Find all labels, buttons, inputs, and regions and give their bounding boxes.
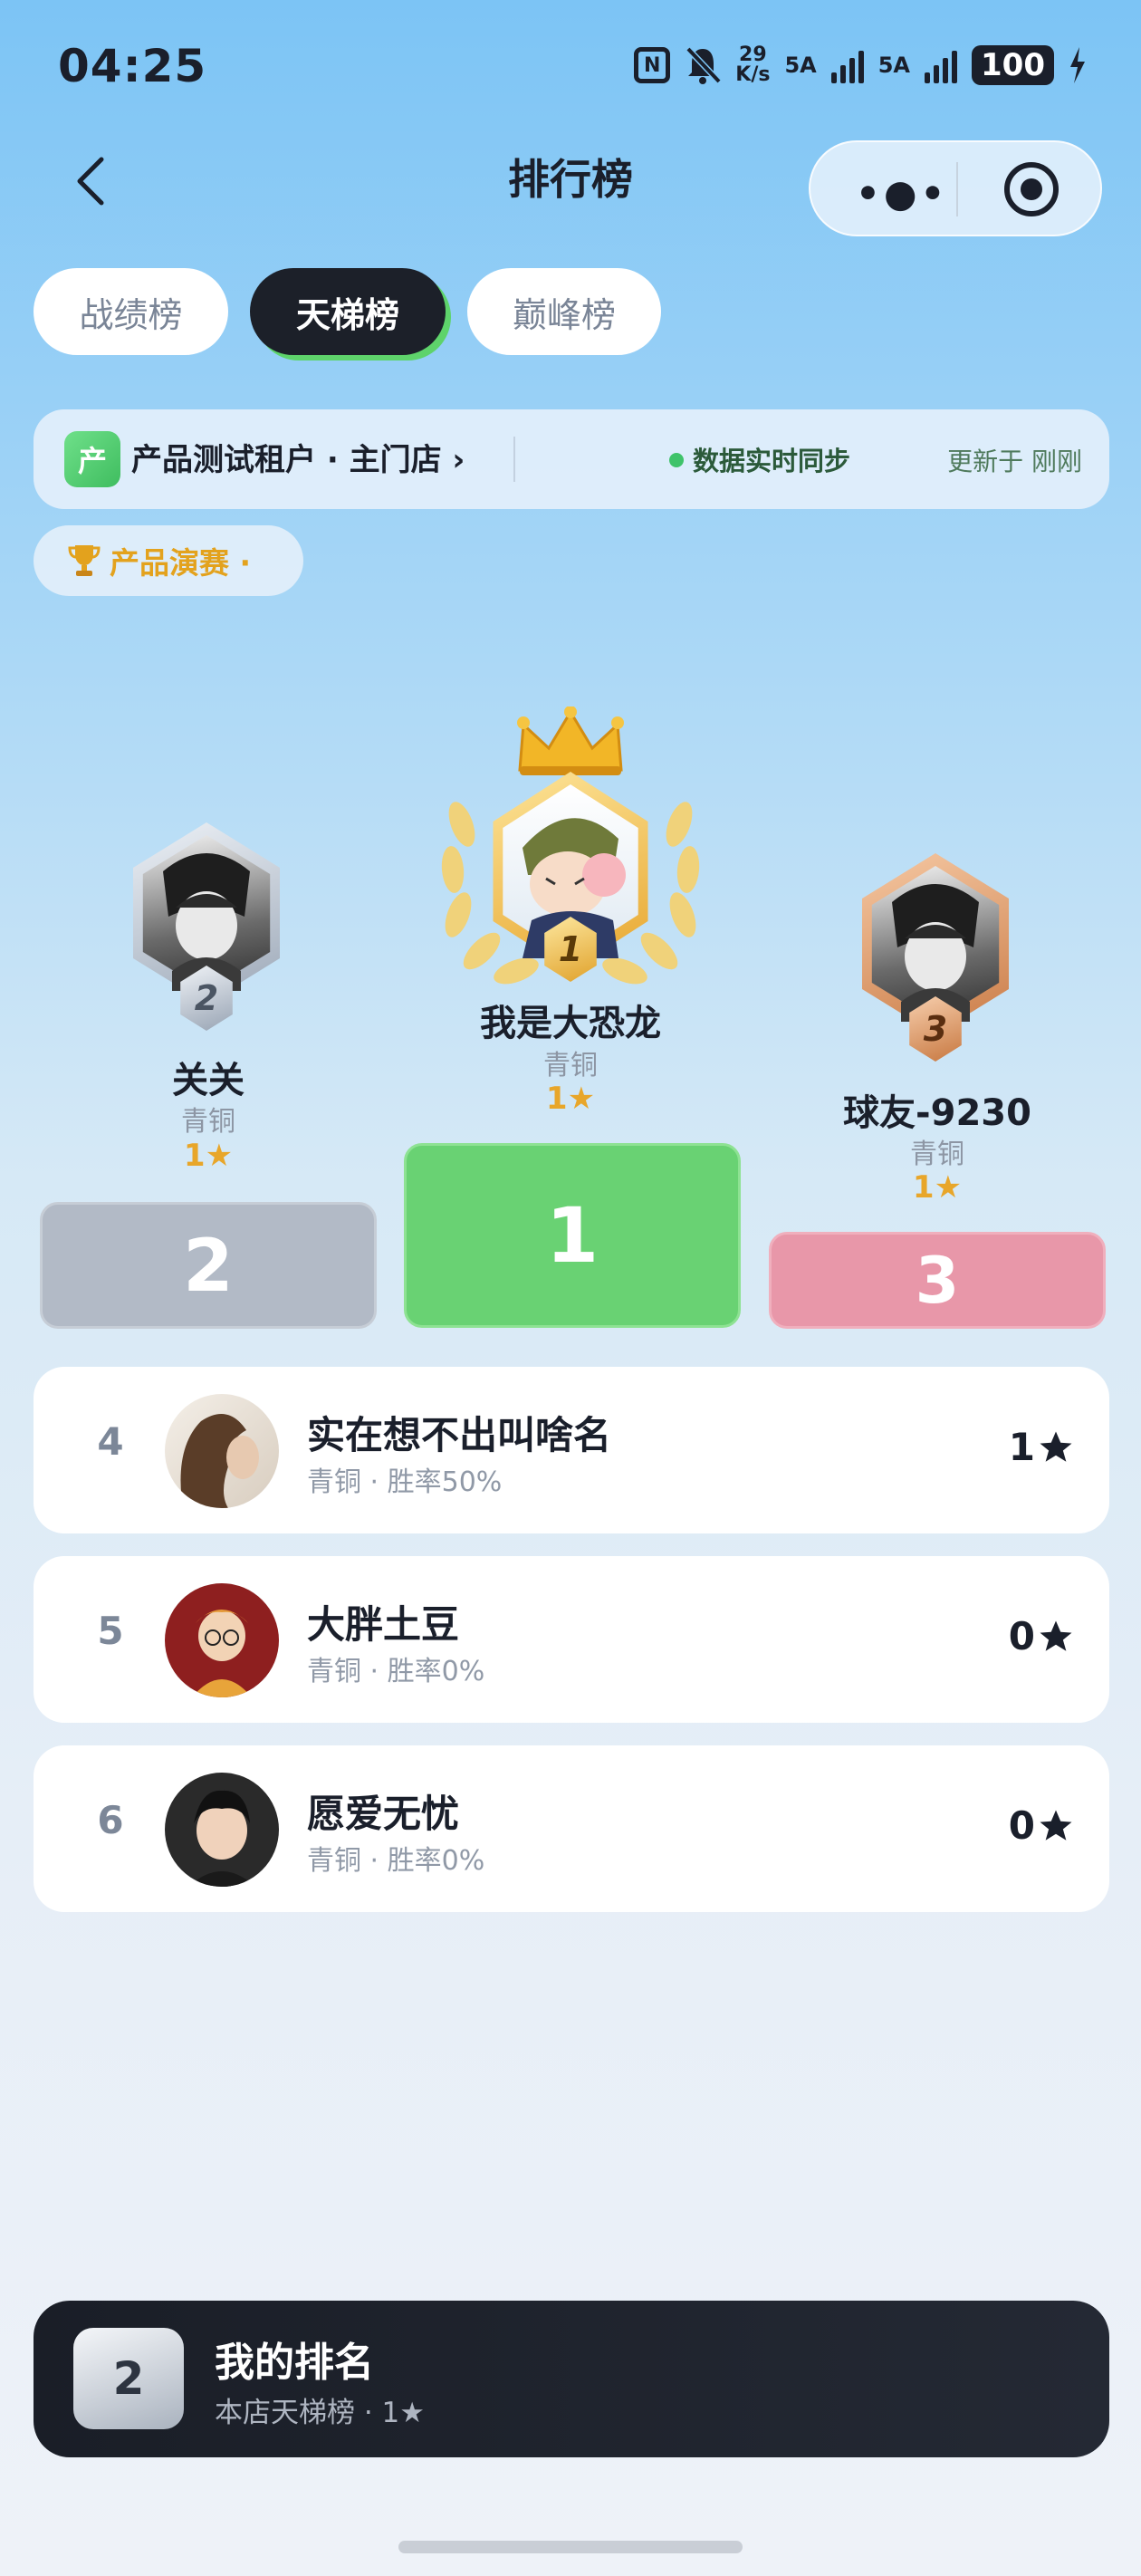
star-icon <box>1040 1431 1072 1462</box>
podium-tier-1: 青铜 <box>543 1050 598 1081</box>
mini-program-capsule: •●• <box>809 140 1102 236</box>
event-label: 产品演赛 · <box>110 545 252 581</box>
more-icon[interactable]: •●• <box>856 171 948 216</box>
row-rank: 4 <box>97 1419 124 1464</box>
net-speed: 29 K/s <box>735 45 770 85</box>
signal-icon-2 <box>925 47 958 83</box>
row-score-value: 0 <box>1008 1614 1035 1658</box>
podium-block-2: 2 <box>40 1202 377 1329</box>
podium-tier-3: 青铜 <box>910 1139 964 1170</box>
tab-peak[interactable]: 巅峰榜 <box>467 268 661 355</box>
store-divider <box>513 437 515 482</box>
row-score: 0 <box>1009 1614 1075 1658</box>
signal-icon-1 <box>830 47 864 83</box>
updated-time: 更新于 刚刚 <box>947 447 1082 476</box>
charging-icon <box>1070 47 1085 83</box>
mute-bell-icon <box>686 46 722 84</box>
network-type-1: 5A <box>784 53 817 78</box>
podium-tier-2: 青铜 <box>181 1106 235 1138</box>
avatar <box>165 1394 279 1508</box>
avatar <box>165 1583 279 1697</box>
podium-avatar-2[interactable]: 2 <box>125 822 288 1031</box>
sync-status-dot <box>669 453 684 467</box>
my-rank-bar[interactable]: 2 我的排名 本店天梯榜 · 1★ <box>34 2301 1109 2457</box>
store-bar: 产 产品测试租户 · 主门店 › 数据实时同步 更新于 刚刚 <box>34 409 1109 509</box>
status-time: 04:25 <box>58 40 207 92</box>
net-speed-value: 29 <box>739 43 767 66</box>
podium-avatar-3[interactable]: 3 <box>854 853 1017 1062</box>
home-indicator[interactable] <box>398 2541 743 2553</box>
network-type-2: 5A <box>877 53 911 78</box>
star-icon <box>1040 1620 1072 1651</box>
trophy-icon <box>68 545 101 576</box>
star-icon <box>1040 1810 1072 1841</box>
row-score-value: 1 <box>1008 1425 1035 1469</box>
avatar <box>165 1773 279 1887</box>
row-name: 愿爱无忧 <box>307 1792 460 1836</box>
row-score: 0 <box>1009 1803 1075 1848</box>
event-selector[interactable]: 产品演赛 · <box>34 525 303 596</box>
list-item[interactable]: 4 实在想不出叫啥名 青铜 · 胜率50% 1 <box>34 1367 1109 1533</box>
podium-stars-1: 1★ <box>545 1081 596 1117</box>
row-score-value: 0 <box>1008 1803 1035 1848</box>
list-item[interactable]: 5 大胖土豆 青铜 · 胜率0% 0 <box>34 1556 1109 1723</box>
battery-level: 100 <box>972 45 1054 85</box>
row-rank: 5 <box>97 1609 124 1653</box>
net-speed-unit: K/s <box>735 63 771 86</box>
row-sub: 青铜 · 胜率0% <box>307 1845 485 1877</box>
sync-status: 数据实时同步 <box>693 446 851 476</box>
podium-stars-3: 1★ <box>912 1169 963 1206</box>
row-sub: 青铜 · 胜率0% <box>307 1656 485 1687</box>
podium-block-1: 1 <box>404 1143 741 1328</box>
tab-ladder[interactable]: 天梯榜 <box>250 268 446 355</box>
row-name: 大胖土豆 <box>307 1602 460 1647</box>
my-rank-title: 我的排名 <box>215 2340 374 2386</box>
store-selector[interactable]: 产品测试租户 · 主门店 › <box>131 435 465 479</box>
podium-name-2: 关关 <box>172 1060 244 1101</box>
my-rank-number: 2 <box>73 2328 184 2429</box>
podium-stars-2: 1★ <box>183 1138 234 1174</box>
close-target-icon[interactable] <box>1004 162 1059 216</box>
row-sub: 青铜 · 胜率50% <box>307 1466 503 1498</box>
row-name: 实在想不出叫啥名 <box>307 1413 612 1457</box>
my-rank-sub: 本店天梯榜 · 1★ <box>215 2397 426 2429</box>
podium-block-3: 3 <box>769 1232 1106 1329</box>
podium-avatar-1[interactable]: 1 <box>484 772 657 982</box>
capsule-divider <box>956 162 958 216</box>
row-score: 1 <box>1009 1425 1075 1469</box>
row-rank: 6 <box>97 1798 124 1842</box>
crown-icon <box>517 706 624 775</box>
store-logo: 产 <box>64 431 120 487</box>
list-item[interactable]: 6 愿爱无忧 青铜 · 胜率0% 0 <box>34 1745 1109 1912</box>
nfc-icon: N <box>634 47 671 83</box>
podium-name-1: 我是大恐龙 <box>480 1003 661 1044</box>
tab-record[interactable]: 战绩榜 <box>34 268 228 355</box>
podium-name-3: 球友-9230 <box>843 1092 1031 1134</box>
status-icons: N 29 K/s 5A 5A 100 <box>634 45 1087 85</box>
